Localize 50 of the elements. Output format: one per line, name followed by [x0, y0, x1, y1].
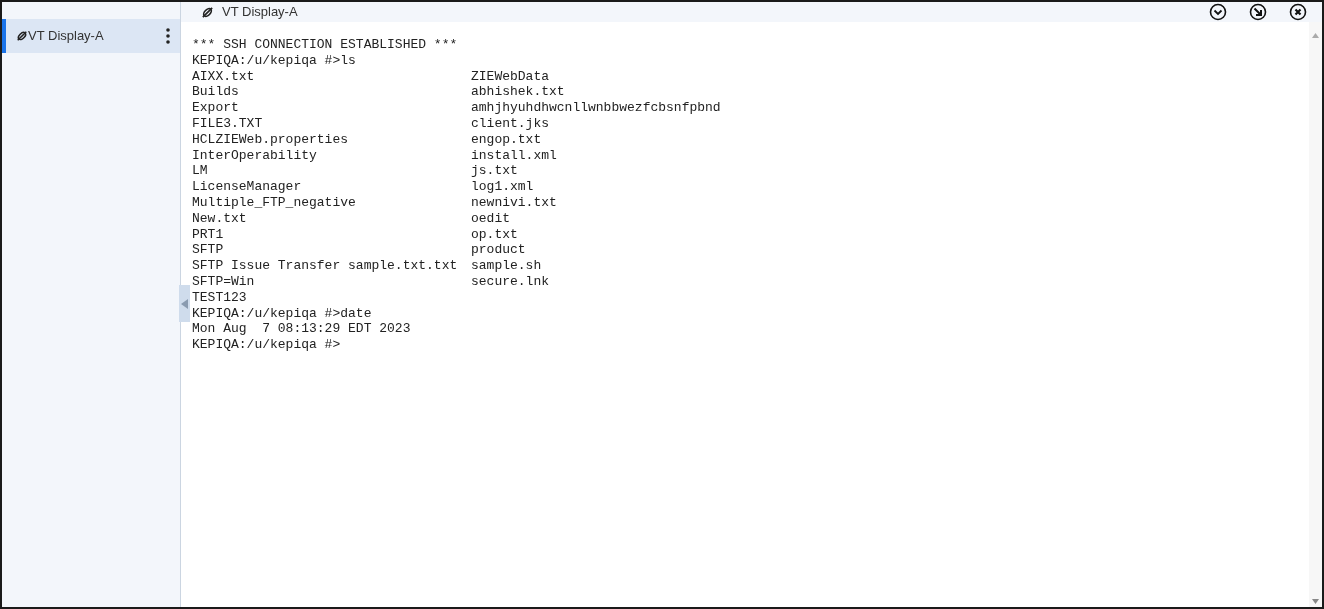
file-name: SFTP Issue Transfer sample.txt.txt: [192, 258, 459, 274]
file-name: SFTP: [192, 242, 225, 259]
file-name: Export: [192, 100, 240, 116]
maximize-button[interactable]: [1248, 2, 1268, 22]
file-name: client.jks: [471, 116, 549, 132]
file-name: engop.txt: [471, 131, 542, 148]
file-name: install.xml: [471, 147, 557, 164]
scroll-down-icon[interactable]: [1312, 599, 1319, 604]
file-name: op.txt: [471, 226, 518, 243]
session-label: VT Display-A: [28, 27, 105, 46]
file-name: HCLZIEWeb.properties: [192, 131, 350, 148]
terminal-line: KEPIQA:/u/kepiqa #>ls: [192, 52, 356, 69]
session-tab[interactable]: VT Display-A: [2, 19, 180, 53]
close-button[interactable]: [1288, 2, 1308, 22]
file-name: InterOperability: [192, 147, 318, 164]
file-name: Multiple_FTP_negative: [192, 194, 357, 211]
scroll-up-icon[interactable]: [1312, 33, 1319, 38]
terminal-line: Mon Aug 7 08:13:29 EDT 2023: [192, 321, 411, 338]
close-icon: [1289, 3, 1307, 21]
file-name: product: [471, 242, 526, 259]
file-name: abhishek.txt: [471, 84, 565, 101]
file-name: ZIEWebData: [471, 68, 549, 85]
file-name: js.txt: [471, 163, 518, 180]
terminal-line: *** SSH CONNECTION ESTABLISHED ***: [192, 37, 458, 53]
file-name: New.txt: [192, 210, 248, 227]
terminal-line: KEPIQA:/u/kepiqa #>date: [192, 305, 372, 322]
scrollbar[interactable]: [1309, 22, 1322, 607]
triangle-left-icon: [181, 298, 188, 309]
window-title: VT Display-A: [222, 3, 298, 22]
file-name: amhjhyuhdhwcnllwnbbwezfcbsnfpbnd: [471, 100, 721, 116]
terminal-line: TEST123: [192, 289, 247, 306]
file-name: SFTP=Win: [192, 273, 256, 290]
file-name: oedit: [471, 210, 510, 227]
more-options-icon[interactable]: [166, 28, 170, 44]
file-name: Builds: [192, 84, 240, 101]
link-icon: [201, 5, 214, 19]
link-icon: [16, 30, 28, 42]
terminal-line: KEPIQA:/u/kepiqa #>: [192, 337, 341, 353]
collapse-button[interactable]: [1208, 2, 1228, 22]
file-name: PRT1: [192, 226, 225, 243]
file-name: LM: [192, 163, 209, 180]
file-name: sample.sh: [471, 258, 542, 274]
file-name: LicenseManager: [192, 179, 303, 195]
file-name: log1.xml: [471, 179, 534, 195]
file-name: FILE3.TXT: [192, 116, 264, 132]
file-name: AIXX.txt: [192, 68, 256, 85]
file-name: newnivi.txt: [471, 194, 557, 211]
file-name: secure.lnk: [471, 273, 549, 290]
collapse-sidebar-handle[interactable]: [179, 285, 190, 322]
chevron-down-icon: [1209, 3, 1227, 21]
